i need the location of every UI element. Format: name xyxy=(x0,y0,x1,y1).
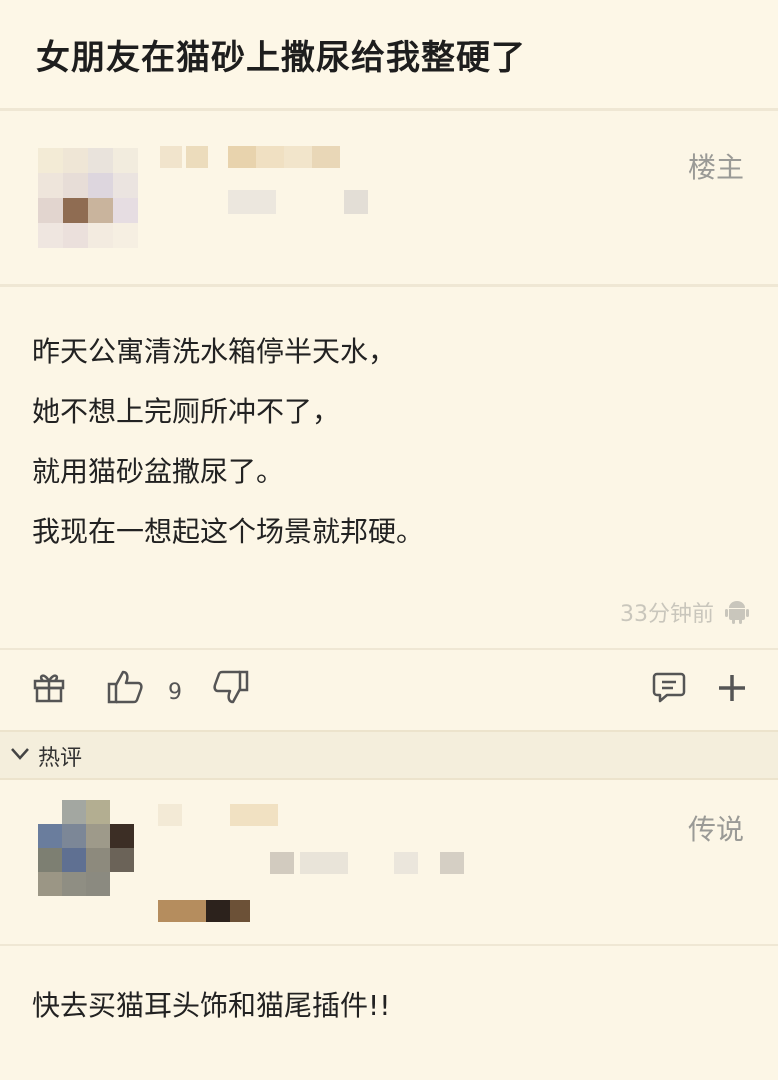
divider xyxy=(0,108,778,111)
divider xyxy=(0,944,778,946)
comment-badge: 传说 xyxy=(687,813,744,846)
user-meta-redacted xyxy=(440,852,464,874)
user-meta-redacted xyxy=(270,852,294,874)
title-bar: 女朋友在猫砂上撒尿给我整硬了 xyxy=(0,0,778,108)
user-meta-redacted xyxy=(206,900,230,922)
plus-icon[interactable] xyxy=(716,672,748,704)
post-body-line: 她不想上完厕所冲不了， xyxy=(32,395,341,428)
username-redacted[interactable] xyxy=(158,804,182,826)
op-badge: 楼主 xyxy=(687,151,744,184)
username-redacted[interactable] xyxy=(230,804,278,826)
avatar[interactable] xyxy=(38,148,138,248)
page-title: 女朋友在猫砂上撒尿给我整硬了 xyxy=(36,38,526,78)
avatar[interactable] xyxy=(38,800,134,896)
divider xyxy=(0,284,778,287)
comment-body: 快去买猫耳头饰和猫尾插件!! xyxy=(32,989,391,1022)
post-body: 昨天公寓清洗水箱停半天水， 她不想上完厕所冲不了， 就用猫砂盆撒尿了。 我现在一… xyxy=(32,322,732,562)
post-body-line: 我现在一想起这个场景就邦硬。 xyxy=(32,515,425,548)
chevron-down-icon[interactable] xyxy=(10,746,30,762)
android-icon xyxy=(725,601,749,624)
thumbs-down-icon[interactable] xyxy=(212,668,250,706)
divider xyxy=(0,648,778,650)
like-count: 9 xyxy=(168,680,182,705)
gift-icon[interactable] xyxy=(32,670,66,704)
user-meta-redacted xyxy=(230,900,250,922)
post-body-line: 昨天公寓清洗水箱停半天水， xyxy=(32,335,397,368)
username-redacted[interactable] xyxy=(160,146,360,172)
user-meta-redacted xyxy=(158,900,206,922)
user-meta-redacted xyxy=(394,852,418,874)
hot-comments-label: 热评 xyxy=(38,746,83,771)
comment-icon[interactable] xyxy=(652,670,686,704)
post-body-line: 就用猫砂盆撒尿了。 xyxy=(32,455,285,488)
action-bar: 9 xyxy=(0,660,778,724)
thumbs-up-icon[interactable] xyxy=(106,668,144,706)
user-meta-redacted xyxy=(300,852,348,874)
post-timestamp: 33分钟前 xyxy=(620,602,714,627)
user-meta-redacted xyxy=(160,190,380,216)
hot-comments-bar[interactable]: 热评 xyxy=(0,730,778,780)
